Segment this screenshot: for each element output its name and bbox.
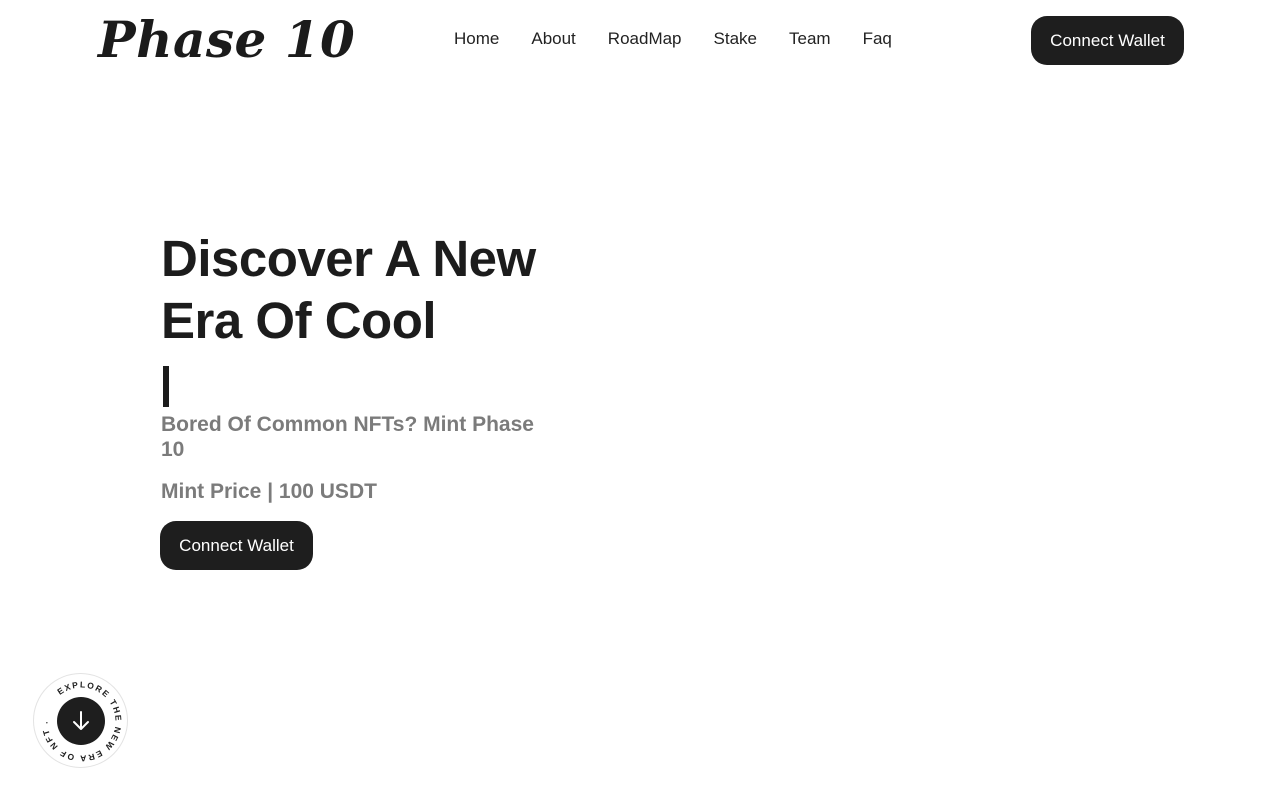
mint-price: Mint Price | 100 USDT	[161, 480, 377, 503]
nav-about[interactable]: About	[531, 28, 575, 50]
typing-caret	[163, 366, 169, 407]
nav-home[interactable]: Home	[454, 28, 499, 50]
hero-title-line1: Discover A New	[161, 230, 536, 287]
arrow-down-icon	[73, 711, 89, 730]
hero-title: Discover A New Era Of Cool	[161, 228, 581, 352]
main-nav: Home About RoadMap Stake Team Faq	[454, 28, 892, 50]
nav-roadmap[interactable]: RoadMap	[608, 28, 682, 50]
site-header: Phase 10 Home About RoadMap Stake Team F…	[0, 0, 1280, 80]
nav-stake[interactable]: Stake	[714, 28, 757, 50]
hero-title-line2: Era Of Cool	[161, 292, 437, 349]
scroll-down-badge[interactable]: EXPLORE THE NEW ERA OF NFT .	[33, 673, 128, 768]
scroll-button-core[interactable]	[57, 697, 105, 745]
hero-connect-wallet-button[interactable]: Connect Wallet	[160, 521, 313, 570]
nav-team[interactable]: Team	[789, 28, 831, 50]
hero-subtitle: Bored Of Common NFTs? Mint Phase 10	[161, 413, 534, 461]
header-connect-wallet-button[interactable]: Connect Wallet	[1031, 16, 1184, 65]
nav-faq[interactable]: Faq	[863, 28, 892, 50]
logo[interactable]: Phase 10	[98, 8, 355, 72]
